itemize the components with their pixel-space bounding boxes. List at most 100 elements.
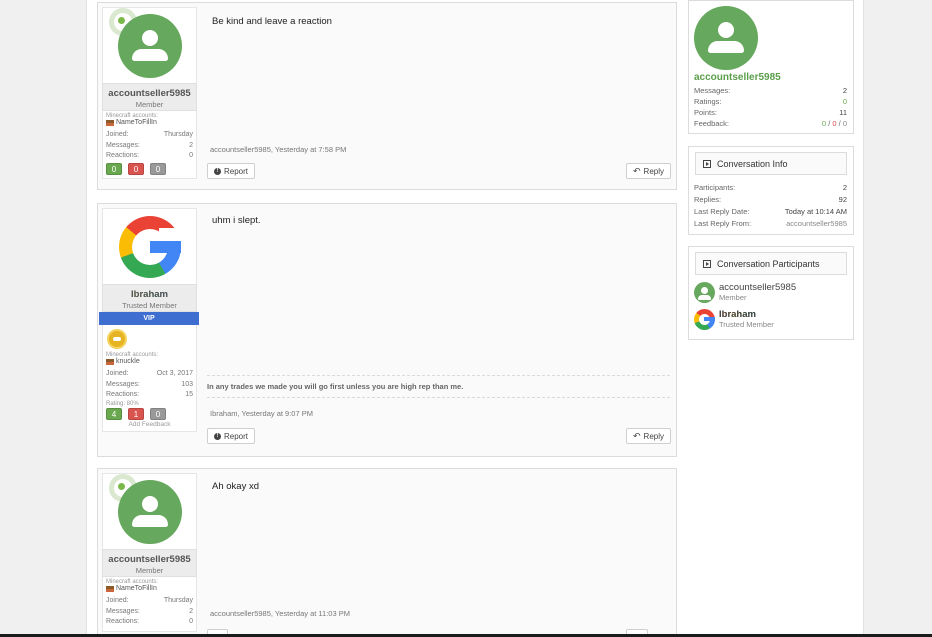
info-participants: Participants: 2 [694, 183, 847, 192]
minecraft-account[interactable]: NameToFillIn [106, 585, 193, 592]
user-extra: Minecraft accounts: knuckle Joined: Oct 3… [102, 325, 197, 432]
stat-label: Reactions: [106, 618, 140, 625]
flag-icon [106, 585, 114, 592]
message-body: Ah okay xd [212, 481, 259, 492]
conversation-icon [703, 159, 711, 168]
feedback-neutral: 0 [842, 119, 847, 128]
report-label: Report [224, 166, 249, 176]
panel-title: Conversation Info [717, 158, 788, 169]
stat-value: 0 [842, 97, 847, 106]
message-meta[interactable]: accountseller5985, Yesterday at 11:03 PM [210, 609, 350, 618]
online-dot-icon [118, 17, 125, 24]
participant-name: Ibraham [719, 309, 774, 320]
stat-value: 92 [838, 195, 847, 204]
info-last-reply-from: Last Reply From: accountseller5985 [694, 219, 847, 228]
stat-messages: Messages: 2 [106, 607, 193, 618]
stat-label: Points: [694, 108, 717, 117]
report-button[interactable]: ! Report [207, 428, 256, 444]
stat-reactions: Reactions: 15 [106, 390, 193, 401]
stat-label: Messages: [106, 380, 140, 388]
user-name-plate: accountseller5985 Member [102, 83, 197, 111]
stat-label: Participants: [694, 183, 736, 192]
sidebar-username[interactable]: accountseller5985 [694, 72, 781, 83]
username-link[interactable]: Ibraham [103, 289, 196, 300]
stat-label: Messages: [106, 141, 140, 149]
report-label: Report [224, 431, 249, 441]
post-user-info: accountseller5985 Member Minecraft accou… [102, 473, 197, 632]
stat-label: Reactions: [106, 391, 140, 398]
signature-divider [207, 375, 670, 376]
stat-label: Messages: [694, 86, 731, 95]
panel-title: Conversation Participants [717, 258, 820, 269]
minecraft-account[interactable]: knuckle [106, 358, 193, 365]
stat-label: Replies: [694, 195, 722, 204]
message-meta[interactable]: accountseller5985, Yesterday at 7:58 PM [210, 145, 346, 154]
feedback-negative[interactable]: 1 [128, 407, 144, 420]
signature-divider [207, 397, 670, 398]
sidebar-user-card: accountseller5985 Messages: 2 Ratings: 0 P… [688, 0, 854, 134]
account-name: NameToFillIn [116, 585, 157, 592]
default-avatar-icon [694, 282, 715, 303]
stat-value: 0 [189, 618, 193, 625]
reply-icon: ↶ [633, 165, 641, 176]
feedback-positive: 0 [821, 119, 827, 128]
default-avatar-icon[interactable] [694, 6, 758, 70]
participant-name: accountseller5985 [719, 282, 797, 293]
stat-joined: Joined: Thursday [106, 130, 193, 141]
reply-icon: ↶ [633, 430, 641, 441]
post-1: accountseller5985 Member Minecraft accou… [97, 2, 677, 190]
avatar[interactable] [102, 473, 197, 549]
report-button[interactable]: ! Report [207, 163, 256, 179]
rating-text: Rating: 80% [106, 400, 139, 407]
stat-label: Messages: [106, 607, 140, 615]
stat-value: Thursday [163, 597, 193, 604]
feedback-positive[interactable]: 4 [106, 407, 122, 420]
feedback-neutral[interactable]: 0 [150, 162, 166, 175]
feedback-positive[interactable]: 0 [106, 162, 122, 175]
stat-value: 2 [842, 183, 847, 192]
stat-value: 2 [189, 607, 193, 615]
avatar[interactable] [102, 7, 197, 83]
stat-joined: Joined: Oct 3, 2017 [106, 369, 193, 380]
message-meta[interactable]: Ibraham, Yesterday at 9:07 PM [210, 409, 313, 418]
stat-value: 103 [181, 380, 193, 388]
participant-item[interactable]: accountseller5985 Member [694, 282, 796, 303]
feedback-negative: 0 [832, 119, 837, 128]
stat-value: Today at 10:14 AM [784, 207, 847, 216]
flag-icon [106, 358, 114, 365]
feedback-negative[interactable]: 0 [128, 162, 144, 175]
message-body: uhm i slept. [212, 215, 261, 226]
online-dot-icon [118, 483, 125, 490]
post-user-info: Ibraham Trusted Member VIP Minecraft acc… [99, 208, 199, 432]
stat-value: 11 [839, 108, 847, 117]
separator: / [828, 119, 831, 128]
flag-icon [106, 119, 114, 126]
account-name: knuckle [116, 358, 140, 365]
post-2: Ibraham Trusted Member VIP Minecraft acc… [97, 203, 677, 457]
post-3: accountseller5985 Member Minecraft accou… [97, 468, 677, 637]
feedback-neutral[interactable]: 0 [150, 407, 166, 420]
username-link[interactable]: accountseller5985 [103, 88, 196, 99]
stat-value[interactable]: accountseller5985 [786, 219, 847, 228]
username-link[interactable]: accountseller5985 [103, 554, 196, 565]
message-body: Be kind and leave a reaction [212, 16, 332, 27]
post-user-info: accountseller5985 Member Minecraft accou… [102, 7, 197, 179]
minecraft-account[interactable]: NameToFillIn [106, 119, 193, 126]
vip-banner: VIP [99, 312, 199, 325]
stat-value: Oct 3, 2017 [156, 370, 193, 377]
info-last-reply-date: Last Reply Date: Today at 10:14 AM [694, 207, 847, 216]
account-name: NameToFillIn [116, 119, 157, 126]
stat-messages: Messages: 103 [106, 380, 193, 391]
default-avatar-icon [117, 13, 182, 78]
reply-button[interactable]: ↶ Reply [626, 428, 671, 444]
participant-item[interactable]: Ibraham Trusted Member [694, 309, 774, 330]
stat-label: Joined: [106, 597, 129, 604]
sidebar-stat-feedback: Feedback: 0 / 0 / 0 [694, 119, 847, 128]
avatar[interactable] [102, 208, 197, 284]
add-feedback-link[interactable]: Add Feedback [106, 421, 193, 428]
reply-label: Reply [643, 166, 664, 176]
feedback-values: 0 / 0 / 0 [822, 119, 847, 128]
feedback-summary: 4 1 0 [106, 407, 193, 420]
participants-header: Conversation Participants [695, 252, 847, 275]
reply-button[interactable]: ↶ Reply [626, 163, 671, 179]
